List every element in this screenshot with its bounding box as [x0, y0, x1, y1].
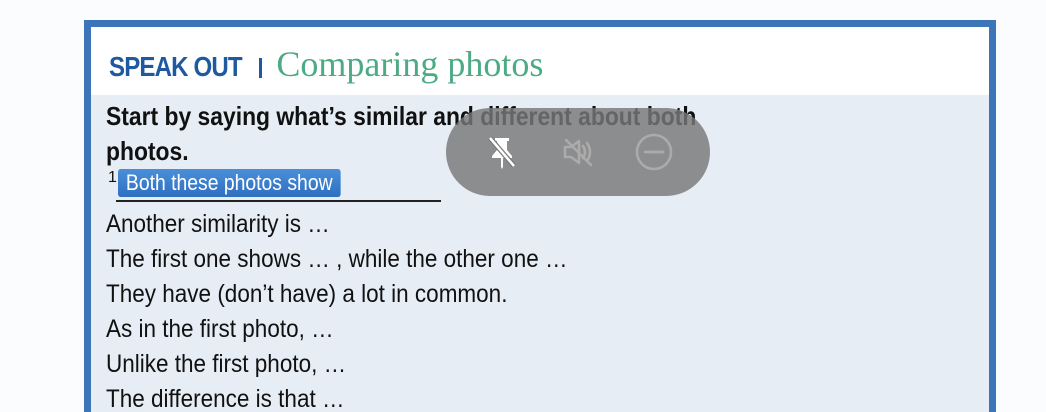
mute-button[interactable] — [550, 124, 606, 180]
heading-divider — [259, 58, 263, 78]
unpin-button[interactable] — [474, 124, 530, 180]
gap-number: 1 — [108, 169, 117, 186]
speak-out-box: SPEAK OUT Comparing photos Start by sayi… — [84, 20, 996, 412]
phrase-line: The difference is that … — [106, 385, 345, 412]
section-heading: SPEAK OUT Comparing photos — [109, 43, 543, 85]
phrase-line: Unlike the first photo, … — [106, 350, 347, 378]
phrase-line: The first one shows … , while the other … — [106, 245, 568, 273]
floating-toolbar — [446, 108, 710, 196]
unpin-icon — [482, 132, 522, 172]
answer-underline — [116, 200, 441, 202]
phrase-line: They have (don’t have) a lot in common. — [106, 280, 508, 308]
gap-answer-highlight[interactable]: Both these photos show — [118, 169, 341, 197]
mute-icon — [558, 132, 598, 172]
phrase-line: As in the first photo, … — [106, 315, 334, 343]
page: SPEAK OUT Comparing photos Start by sayi… — [0, 0, 1046, 412]
minimize-icon — [634, 132, 674, 172]
section-title: Comparing photos — [276, 44, 544, 84]
phrase-line: Another similarity is … — [106, 210, 330, 238]
speak-out-label: SPEAK OUT — [109, 51, 243, 82]
minimize-button[interactable] — [626, 124, 682, 180]
